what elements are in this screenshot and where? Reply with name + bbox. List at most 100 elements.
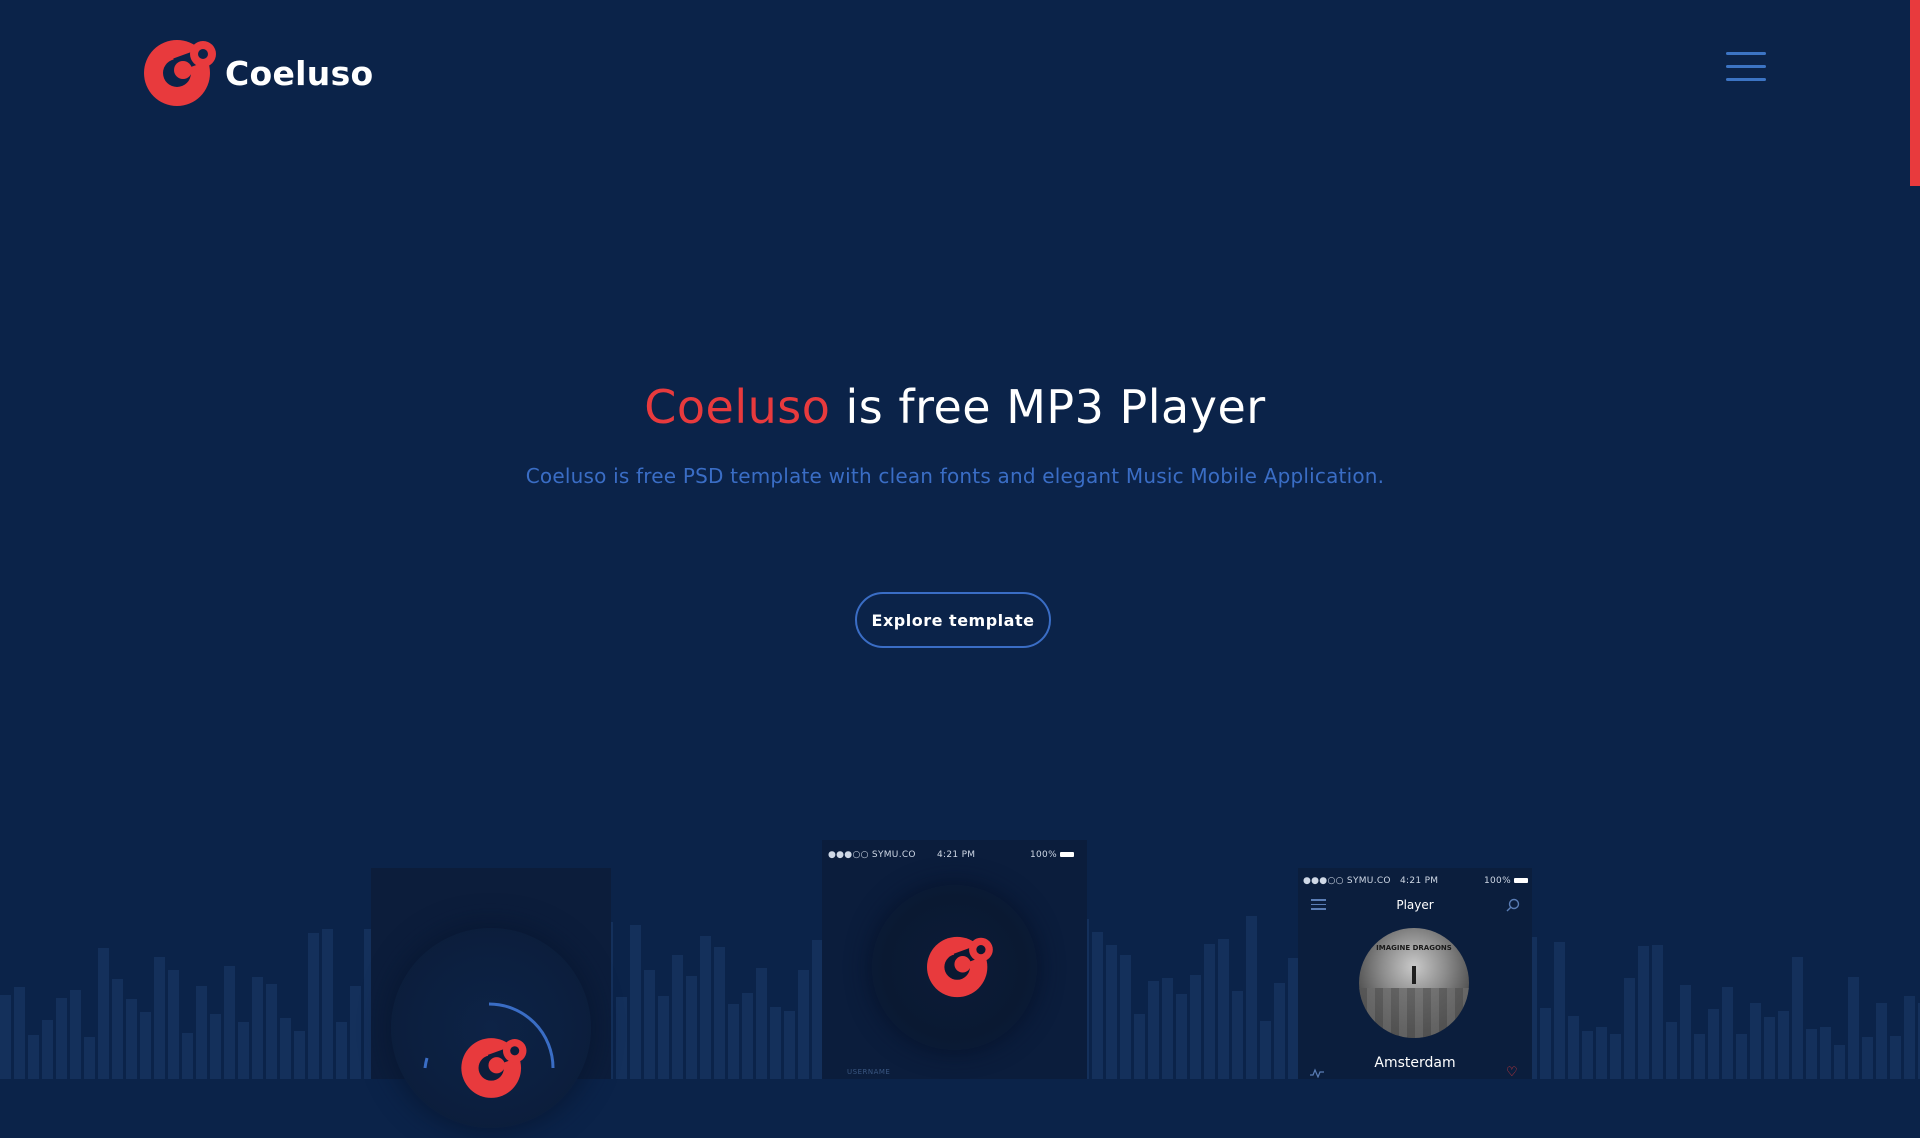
- equalizer-bar: [1134, 1014, 1145, 1079]
- status-time: 4:21 PM: [937, 850, 976, 860]
- status-time: 4:21 PM: [1400, 876, 1439, 886]
- equalizer-bar: [1736, 1034, 1747, 1079]
- hero-subtitle: Coeluso is free PSD template with clean …: [525, 464, 1385, 488]
- equalizer-bar: [70, 990, 81, 1079]
- equalizer-bar: [168, 970, 179, 1079]
- equalizer-bar: [1792, 957, 1803, 1079]
- equalizer-bar: [322, 929, 333, 1079]
- equalizer-bar: [1890, 1036, 1901, 1079]
- equalizer-bar: [140, 1012, 151, 1079]
- equalizer-bar: [1694, 1034, 1705, 1079]
- equalizer-bar: [1092, 932, 1103, 1079]
- status-carrier: ●●●○○ SYMU.CO: [1303, 876, 1391, 886]
- equalizer-bar: [266, 984, 277, 1079]
- equalizer-bar: [14, 987, 25, 1079]
- equalizer-bar: [630, 925, 641, 1079]
- logo[interactable]: Coeluso: [137, 38, 374, 108]
- equalizer-bar: [1624, 978, 1635, 1079]
- heart-icon[interactable]: ♡: [1506, 1065, 1518, 1080]
- equalizer-bar: [182, 1033, 193, 1079]
- equalizer-bar: [84, 1037, 95, 1079]
- equalizer-bar: [1596, 1027, 1607, 1079]
- hero-title-brand: Coeluso: [644, 380, 831, 434]
- equalizer-bar: [126, 999, 137, 1079]
- equalizer-bar: [1568, 1016, 1579, 1079]
- equalizer-bar: [728, 1004, 739, 1079]
- equalizer-bar: [714, 947, 725, 1079]
- equalizer-bar: [798, 970, 809, 1079]
- hero-title-rest: is free MP3 Player: [845, 380, 1266, 434]
- equalizer-bar: [56, 998, 67, 1079]
- equalizer-bar: [1862, 1037, 1873, 1079]
- hero-title: Coeluso is free MP3 Player: [0, 380, 1910, 434]
- equalizer-bar: [224, 966, 235, 1079]
- equalizer-bar: [308, 933, 319, 1079]
- phone-mockup-right: ●●●○○ SYMU.CO 4:21 PM 100% Player IMAGIN…: [1298, 868, 1532, 1080]
- username-label: USERNAME: [847, 1068, 891, 1076]
- logo-text: Coeluso: [225, 53, 374, 93]
- equalizer-bar: [336, 1022, 347, 1079]
- equalizer-bar: [1834, 1045, 1845, 1079]
- equalizer-bar: [1106, 945, 1117, 1079]
- equalizer-bar: [1190, 975, 1201, 1079]
- equalizer-bar: [280, 1018, 291, 1079]
- app-logo-icon: [927, 936, 993, 998]
- equalizer-bar: [1148, 981, 1159, 1079]
- equalizer-bar: [658, 996, 669, 1079]
- equalizer-bar: [1218, 939, 1229, 1079]
- equalizer-bar: [1750, 1003, 1761, 1079]
- equalizer-bar: [154, 957, 165, 1079]
- equalizer-bar: [1582, 1031, 1593, 1079]
- equalizer-bar: [238, 1022, 249, 1079]
- equalizer-bar: [196, 986, 207, 1079]
- equalizer-bar: [210, 1014, 221, 1079]
- equalizer-bar: [1260, 1021, 1271, 1079]
- equalizer-bar: [742, 993, 753, 1079]
- scroll-indicator[interactable]: [1910, 0, 1920, 186]
- equalizer-bar: [112, 979, 123, 1079]
- equalizer-bar: [700, 936, 711, 1079]
- equalizer-bar: [1876, 1003, 1887, 1079]
- battery-icon: [1059, 852, 1074, 857]
- equalizer-bar: [1778, 1011, 1789, 1079]
- status-battery: 100%: [1030, 850, 1074, 860]
- equalizer-bar: [1904, 996, 1915, 1079]
- battery-percent: 100%: [1030, 850, 1057, 860]
- battery-icon: [1513, 878, 1528, 883]
- player-screen-title: Player: [1396, 898, 1434, 912]
- equalizer-bar: [1120, 955, 1131, 1079]
- status-carrier: ●●●○○ SYMU.CO: [828, 850, 916, 860]
- equalizer-bar: [756, 968, 767, 1079]
- equalizer-bar: [1540, 1008, 1551, 1079]
- equalizer-bar: [1554, 942, 1565, 1079]
- album-cover[interactable]: IMAGINE DRAGONS: [1359, 928, 1469, 1038]
- equalizer-bar: [1204, 944, 1215, 1079]
- equalizer-bar: [42, 1020, 53, 1079]
- equalizer-bar: [1820, 1027, 1831, 1079]
- equalizer-bar: [1638, 946, 1649, 1079]
- equalizer-bar: [1610, 1034, 1621, 1079]
- equalizer-bar: [1232, 991, 1243, 1079]
- site-header: Coeluso: [0, 0, 1920, 150]
- equalizer-bar: [770, 1007, 781, 1079]
- equalizer-bar: [0, 995, 11, 1079]
- explore-template-button[interactable]: Explore template: [855, 592, 1051, 648]
- equalizer-bar: [1806, 1029, 1817, 1079]
- app-logo-icon: [461, 1038, 527, 1098]
- equalizer-bar: [1246, 916, 1257, 1079]
- album-ground: [1359, 988, 1469, 1038]
- equalizer-bar: [1764, 1017, 1775, 1079]
- battery-percent: 100%: [1484, 876, 1511, 886]
- logo-mark-icon: [144, 40, 216, 106]
- equalizer-bar: [1708, 1009, 1719, 1079]
- equalizer-bar: [1666, 1022, 1677, 1079]
- equalizer-bar: [672, 955, 683, 1079]
- equalizer-bar: [98, 948, 109, 1079]
- hamburger-menu-icon[interactable]: [1726, 50, 1766, 84]
- equalizer-bar: [644, 970, 655, 1079]
- equalizer-bar: [784, 1011, 795, 1079]
- search-icon[interactable]: [1506, 898, 1520, 912]
- album-cover-label: IMAGINE DRAGONS: [1376, 944, 1452, 952]
- waveform-icon[interactable]: [1310, 1068, 1324, 1078]
- equalizer-bar: [28, 1035, 39, 1079]
